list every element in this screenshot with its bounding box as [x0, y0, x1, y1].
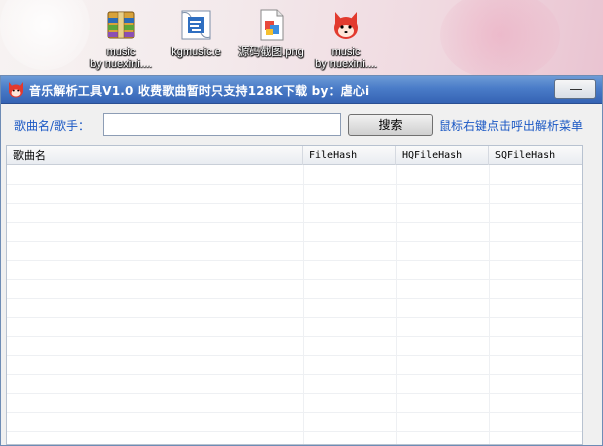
- search-toolbar: 歌曲名/歌手： 搜索 鼠标右键点击呼出解析菜单: [1, 104, 602, 144]
- png-image-icon: [254, 8, 288, 42]
- close-button[interactable]: [554, 79, 596, 99]
- column-header-hqfilehash[interactable]: HQFileHash: [396, 146, 489, 165]
- desktop-icon-source-screenshot[interactable]: 源码截图.png: [230, 8, 312, 58]
- row-gridline: [7, 222, 582, 223]
- desktop-icon-label: kgmusic.e: [171, 46, 221, 58]
- wallpaper-bokeh: [0, 0, 90, 70]
- desktop-icon-label: 源码截图.png: [238, 46, 304, 58]
- desktop-icon-sublabel: by nuexini....: [90, 58, 152, 70]
- search-input[interactable]: [103, 113, 341, 136]
- ali-fox-exe-icon: [329, 8, 363, 42]
- music-parser-window: 音乐解析工具V1.0 收费歌曲暂时只支持128K下载 by：虐心i 歌曲名/歌手…: [0, 75, 603, 446]
- row-gridline: [7, 317, 582, 318]
- desktop-icon-music-exe[interactable]: music by nuexini....: [305, 8, 387, 70]
- column-header-filehash[interactable]: FileHash: [303, 146, 396, 165]
- column-divider: [489, 165, 490, 444]
- row-gridline: [7, 374, 582, 375]
- column-divider: [396, 165, 397, 444]
- column-divider: [303, 165, 304, 444]
- row-gridline: [7, 355, 582, 356]
- window-title: 音乐解析工具V1.0 收费歌曲暂时只支持128K下载 by：虐心i: [29, 84, 370, 98]
- title-bar[interactable]: 音乐解析工具V1.0 收费歌曲暂时只支持128K下载 by：虐心i: [1, 76, 602, 104]
- exe-file-icon: [179, 8, 213, 42]
- row-gridline: [7, 260, 582, 261]
- desktop-icon-kgmusic[interactable]: kgmusic.e: [155, 8, 237, 58]
- results-table[interactable]: 歌曲名 FileHash HQFileHash SQFileHash: [6, 145, 583, 445]
- desktop-icon-sublabel: by nuexini....: [315, 58, 377, 70]
- winrar-archive-icon: [104, 8, 138, 42]
- row-gridline: [7, 241, 582, 242]
- search-button[interactable]: 搜索: [348, 114, 433, 136]
- desktop-icon-label: music: [331, 46, 361, 58]
- row-gridline: [7, 184, 582, 185]
- column-header-song-name[interactable]: 歌曲名: [7, 146, 303, 165]
- desktop: music by nuexini.... kgmusic.e 源码截图.png …: [0, 0, 603, 80]
- right-click-hint: 鼠标右键点击呼出解析菜单: [439, 119, 584, 133]
- row-gridline: [7, 412, 582, 413]
- table-header: 歌曲名 FileHash HQFileHash SQFileHash: [7, 146, 582, 165]
- ali-fox-icon: [7, 81, 25, 99]
- row-gridline: [7, 431, 582, 432]
- row-gridline: [7, 336, 582, 337]
- table-body[interactable]: [7, 165, 582, 444]
- column-header-sqfilehash[interactable]: SQFileHash: [489, 146, 582, 165]
- song-artist-label: 歌曲名/歌手：: [14, 119, 91, 133]
- minimize-icon: [570, 89, 582, 90]
- row-gridline: [7, 393, 582, 394]
- wallpaper-bokeh: [440, 0, 560, 80]
- row-gridline: [7, 279, 582, 280]
- desktop-icon-label: music: [106, 46, 136, 58]
- desktop-icon-music-archive[interactable]: music by nuexini....: [80, 8, 162, 70]
- row-gridline: [7, 203, 582, 204]
- row-gridline: [7, 298, 582, 299]
